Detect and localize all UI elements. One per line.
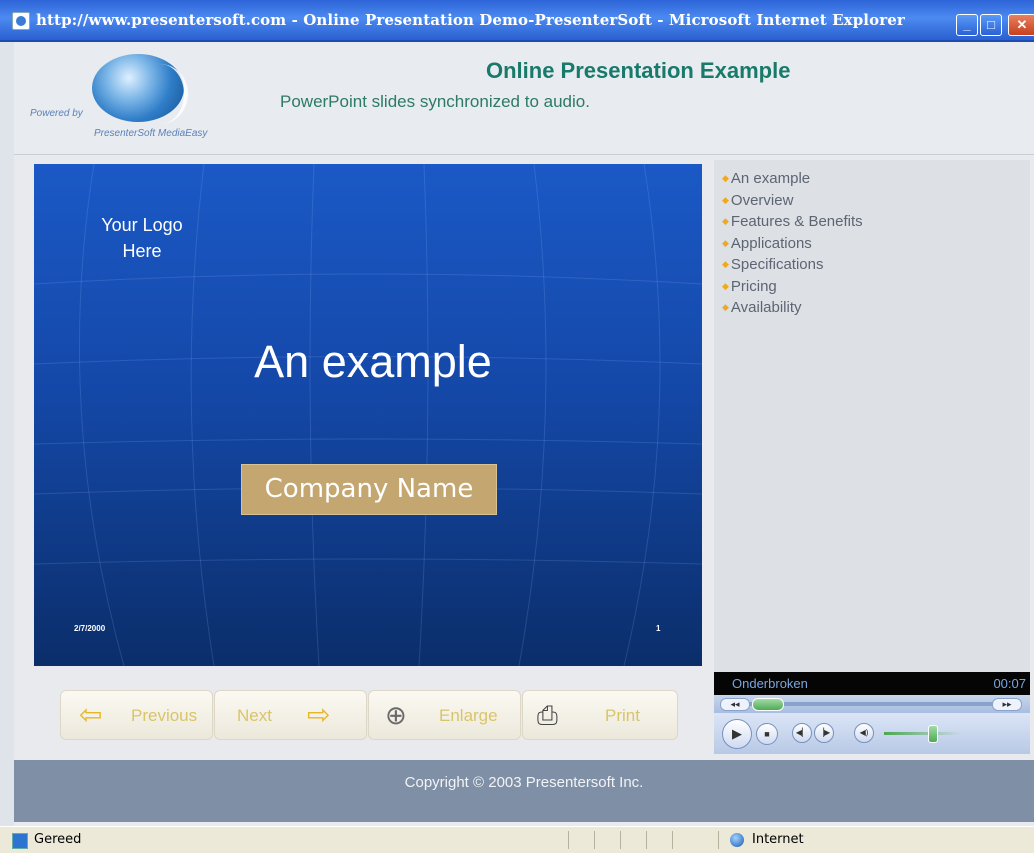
- slide-index-label: Pricing: [730, 277, 777, 295]
- status-divider: [646, 831, 647, 849]
- slide-index-label: Applications: [730, 234, 812, 252]
- slide-index-label: An example: [730, 170, 811, 187]
- next-track-button[interactable]: ▕▶: [814, 723, 834, 743]
- slide-company-name: Company Name: [241, 464, 497, 515]
- window-left-edge: [0, 40, 14, 826]
- stop-button[interactable]: ■: [756, 723, 778, 745]
- window-title: http://www.presentersoft.com - Online Pr…: [36, 11, 905, 29]
- magnifier-icon: ⊕: [385, 700, 407, 730]
- slide-logo-placeholder: Your Logo Here: [92, 212, 192, 264]
- seek-thumb[interactable]: [752, 698, 785, 711]
- enlarge-button[interactable]: ⊕ Enlarge: [368, 690, 521, 740]
- slide-index-label: Availability: [730, 299, 802, 316]
- bullet-icon: ◆: [722, 237, 729, 248]
- bullet-icon: ◆: [722, 194, 729, 205]
- seek-start-cap: ◂◂: [720, 698, 750, 711]
- security-zone: Internet: [752, 832, 804, 847]
- minimize-button[interactable]: _: [956, 14, 978, 36]
- logo-swoosh: [132, 64, 188, 124]
- slide-index-panel: ◆ An example ◆ Overview ◆ Features & Benefits…: [714, 160, 1030, 672]
- slide-index-label: Features & Benefits: [730, 213, 863, 230]
- bullet-icon: ◆: [722, 259, 729, 269]
- status-divider: [718, 831, 719, 849]
- player-time: 00:07: [993, 676, 1026, 691]
- seek-end-cap: ▸▸: [992, 698, 1022, 711]
- slide-number: 1: [656, 624, 661, 633]
- next-label: Next: [237, 706, 272, 725]
- page-title: Online Presentation Example: [486, 58, 791, 83]
- print-button[interactable]: ⎙ Print: [522, 690, 678, 740]
- mute-button[interactable]: ◀): [854, 723, 874, 743]
- player-status-bar: Onderbroken 00:07: [714, 672, 1030, 695]
- status-divider: [672, 831, 673, 849]
- status-divider: [620, 831, 621, 849]
- volume-slider-thumb[interactable]: [928, 725, 939, 743]
- previous-label: Previous: [131, 706, 198, 725]
- bullet-icon: ◆: [722, 173, 729, 183]
- slide-index-list: ◆ An example ◆ Overview ◆ Features & Benefits…: [714, 160, 1030, 319]
- previous-button[interactable]: ⇦ Previous: [60, 690, 213, 740]
- enlarge-label: Enlarge: [439, 706, 498, 725]
- status-divider: [568, 831, 569, 849]
- page-done-icon: [12, 833, 28, 849]
- print-label: Print: [605, 706, 640, 725]
- slide-index-item[interactable]: ◆ Overview: [722, 190, 1030, 212]
- page-header: Powered by PresenterSoft MediaEasy Onlin…: [14, 42, 1034, 155]
- player-status: Onderbroken: [732, 676, 808, 691]
- volume-track: [884, 732, 960, 735]
- slide-index-item[interactable]: ◆ An example: [722, 168, 1030, 190]
- slide-index-label: Overview: [730, 191, 794, 209]
- player-controls: ▶ ■ ◀▏ ▕▶ ◀): [714, 713, 1030, 754]
- bullet-icon: ◆: [722, 302, 729, 312]
- media-player: Onderbroken 00:07 ◂◂ ▸▸ ▶ ■ ◀▏ ▕▶ ◀): [714, 672, 1030, 754]
- slide-index-item[interactable]: ◆ Applications: [722, 233, 1030, 255]
- play-button[interactable]: ▶: [722, 719, 752, 749]
- previous-track-button[interactable]: ◀▏: [792, 723, 812, 743]
- arrow-right-icon: ⇨: [307, 699, 331, 730]
- status-divider: [594, 831, 595, 849]
- printer-icon: ⎙: [537, 700, 558, 730]
- browser-status-bar: Gereed Internet: [0, 826, 1034, 853]
- bullet-icon: ◆: [722, 280, 729, 291]
- copyright-text: Copyright © 2003 Presentersoft Inc.: [404, 774, 644, 791]
- page-subtitle: PowerPoint slides synchronized to audio.: [280, 92, 590, 111]
- slide-index-item[interactable]: ◆ Specifications: [722, 254, 1030, 276]
- close-button[interactable]: ✕: [1008, 14, 1034, 36]
- slide-title: An example: [254, 336, 492, 387]
- slide-date: 2/7/2000: [74, 624, 106, 633]
- maximize-button[interactable]: □: [980, 14, 1002, 36]
- next-button[interactable]: Next ⇨: [214, 690, 367, 740]
- bullet-icon: ◆: [722, 216, 729, 226]
- powered-by-label: Powered by: [30, 108, 83, 119]
- slide-view: Your Logo Here An example Company Name 2…: [34, 164, 702, 666]
- slide-index-item[interactable]: ◆ Availability: [722, 297, 1030, 319]
- slide-index-item[interactable]: ◆ Pricing: [722, 276, 1030, 298]
- slide-index-label: Specifications: [730, 256, 824, 273]
- slide-index-item[interactable]: ◆ Features & Benefits: [722, 211, 1030, 233]
- window-title-bar: http://www.presentersoft.com - Online Pr…: [0, 0, 1034, 42]
- page-footer: Copyright © 2003 Presentersoft Inc.: [14, 760, 1034, 822]
- seek-bar[interactable]: ◂◂ ▸▸: [714, 695, 1030, 713]
- internet-globe-icon: [730, 833, 744, 847]
- arrow-left-icon: ⇦: [79, 699, 103, 730]
- status-text: Gereed: [34, 832, 82, 847]
- slide-logo-line1: Your Logo: [101, 215, 183, 235]
- navigation-toolbar: ⇦ Previous Next ⇨ ⊕ Enlarge ⎙ Print: [60, 690, 678, 740]
- product-name: PresenterSoft MediaEasy: [94, 128, 208, 139]
- slide-logo-line2: Here: [122, 241, 162, 261]
- ie-page-icon: [12, 12, 30, 30]
